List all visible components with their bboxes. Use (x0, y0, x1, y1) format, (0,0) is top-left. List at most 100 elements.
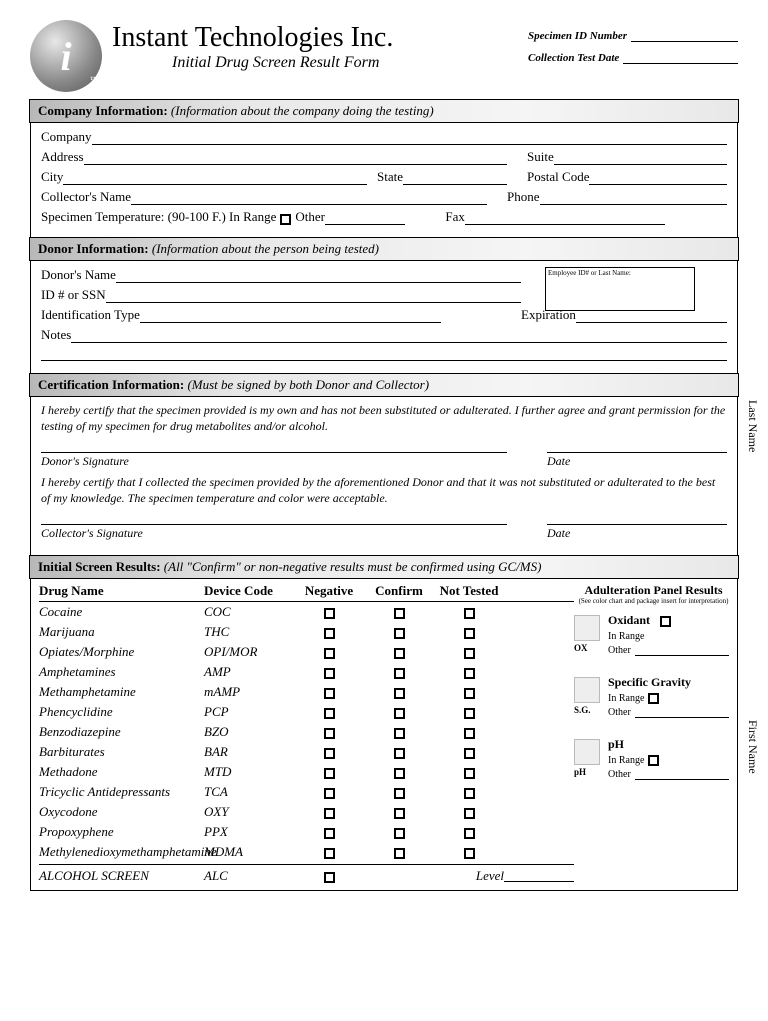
postal-field[interactable] (589, 171, 727, 185)
conf-checkbox[interactable] (394, 748, 405, 759)
alcohol-row: ALCOHOL SCREEN ALC Level (39, 864, 574, 886)
conf-checkbox[interactable] (394, 788, 405, 799)
company-field[interactable] (92, 131, 727, 145)
notes-label: Notes (41, 327, 71, 343)
phone-label: Phone (507, 189, 540, 205)
nt-checkbox[interactable] (464, 628, 475, 639)
cert-section-header: Certification Information: (Must be sign… (29, 373, 739, 397)
neg-checkbox[interactable] (324, 848, 335, 859)
neg-checkbox[interactable] (324, 688, 335, 699)
id-label: ID # or SSN (41, 287, 106, 303)
neg-checkbox[interactable] (324, 728, 335, 739)
suite-field[interactable] (554, 151, 727, 165)
temp-other-field[interactable] (325, 211, 405, 225)
nt-checkbox[interactable] (464, 648, 475, 659)
form-subtitle: Initial Drug Screen Result Form (172, 54, 518, 72)
drug-row: PropoxyphenePPX (39, 822, 574, 842)
nt-checkbox[interactable] (464, 668, 475, 679)
inrange-checkbox[interactable] (648, 755, 659, 766)
panel-swatch (574, 739, 600, 765)
drug-row: MarijuanaTHC (39, 622, 574, 642)
panel-other-field[interactable] (635, 646, 729, 656)
form-header: i Instant Technologies Inc. Initial Drug… (30, 20, 738, 92)
panel-other-field[interactable] (635, 770, 729, 780)
logo-icon: i (30, 20, 102, 92)
collector-date-label[interactable]: Date (547, 524, 727, 541)
id-field[interactable] (106, 289, 521, 303)
temp-inrange-checkbox[interactable] (280, 214, 291, 225)
neg-checkbox[interactable] (324, 788, 335, 799)
collector-field[interactable] (131, 191, 487, 205)
nt-checkbox[interactable] (464, 608, 475, 619)
collector-cert-text: I hereby certify that I collected the sp… (41, 475, 727, 506)
alcohol-checkbox[interactable] (324, 872, 335, 883)
neg-checkbox[interactable] (324, 608, 335, 619)
nt-checkbox[interactable] (464, 708, 475, 719)
nt-checkbox[interactable] (464, 788, 475, 799)
drug-row: MethadoneMTD (39, 762, 574, 782)
conf-checkbox[interactable] (394, 708, 405, 719)
conf-checkbox[interactable] (394, 848, 405, 859)
conf-checkbox[interactable] (394, 668, 405, 679)
neg-checkbox[interactable] (324, 708, 335, 719)
city-field[interactable] (63, 171, 367, 185)
conf-checkbox[interactable] (394, 828, 405, 839)
neg-checkbox[interactable] (324, 748, 335, 759)
nt-checkbox[interactable] (464, 748, 475, 759)
drug-row: Tricyclic AntidepressantsTCA (39, 782, 574, 802)
expiration-field[interactable] (576, 309, 727, 323)
collection-date-field[interactable] (623, 52, 738, 64)
donor-section-header: Donor Information: (Information about th… (29, 237, 739, 261)
nt-checkbox[interactable] (464, 848, 475, 859)
donor-name-label: Donor's Name (41, 267, 116, 283)
state-label: State (377, 169, 403, 185)
panel-block: S.G.Specific Gravity In Range Other (578, 675, 729, 727)
conf-checkbox[interactable] (394, 628, 405, 639)
address-field[interactable] (84, 151, 507, 165)
donor-sig-label[interactable]: Donor's Signature (41, 452, 507, 469)
nt-checkbox[interactable] (464, 828, 475, 839)
phone-field[interactable] (540, 191, 728, 205)
drug-row: MethamphetaminemAMP (39, 682, 574, 702)
notes-field[interactable] (71, 329, 727, 343)
conf-checkbox[interactable] (394, 648, 405, 659)
drug-row: AmphetaminesAMP (39, 662, 574, 682)
oxidant-checkbox[interactable] (660, 616, 671, 627)
neg-checkbox[interactable] (324, 628, 335, 639)
drug-row: OxycodoneOXY (39, 802, 574, 822)
neg-checkbox[interactable] (324, 768, 335, 779)
inrange-checkbox[interactable] (648, 693, 659, 704)
conf-checkbox[interactable] (394, 688, 405, 699)
nt-checkbox[interactable] (464, 728, 475, 739)
neg-checkbox[interactable] (324, 648, 335, 659)
company-title: Instant Technologies Inc. (112, 22, 518, 54)
conf-checkbox[interactable] (394, 768, 405, 779)
drug-row: MethylenedioxymethamphetamineMDMA (39, 842, 574, 862)
specimen-id-field[interactable] (631, 30, 738, 42)
conf-checkbox[interactable] (394, 728, 405, 739)
specimen-id-label: Specimen ID Number (528, 30, 627, 42)
alcohol-level-field[interactable] (504, 870, 574, 882)
temp-label: Specimen Temperature: (90-100 F.) In Ran… (41, 209, 276, 225)
neg-checkbox[interactable] (324, 808, 335, 819)
drug-row: BenzodiazepineBZO (39, 722, 574, 742)
neg-checkbox[interactable] (324, 828, 335, 839)
donor-name-field[interactable] (116, 269, 521, 283)
nt-checkbox[interactable] (464, 688, 475, 699)
conf-checkbox[interactable] (394, 608, 405, 619)
fax-label: Fax (445, 209, 465, 225)
nt-checkbox[interactable] (464, 768, 475, 779)
panel-other-field[interactable] (635, 708, 729, 718)
idtype-field[interactable] (140, 309, 441, 323)
employee-id-box[interactable]: Employee ID# or Last Name: (545, 267, 695, 311)
donor-cert-text: I hereby certify that the specimen provi… (41, 403, 727, 434)
notes-field-2[interactable] (41, 347, 727, 361)
donor-date-label[interactable]: Date (547, 452, 727, 469)
state-field[interactable] (403, 171, 507, 185)
fax-field[interactable] (465, 211, 666, 225)
neg-checkbox[interactable] (324, 668, 335, 679)
conf-checkbox[interactable] (394, 808, 405, 819)
nt-checkbox[interactable] (464, 808, 475, 819)
address-label: Address (41, 149, 84, 165)
collector-sig-label[interactable]: Collector's Signature (41, 524, 507, 541)
